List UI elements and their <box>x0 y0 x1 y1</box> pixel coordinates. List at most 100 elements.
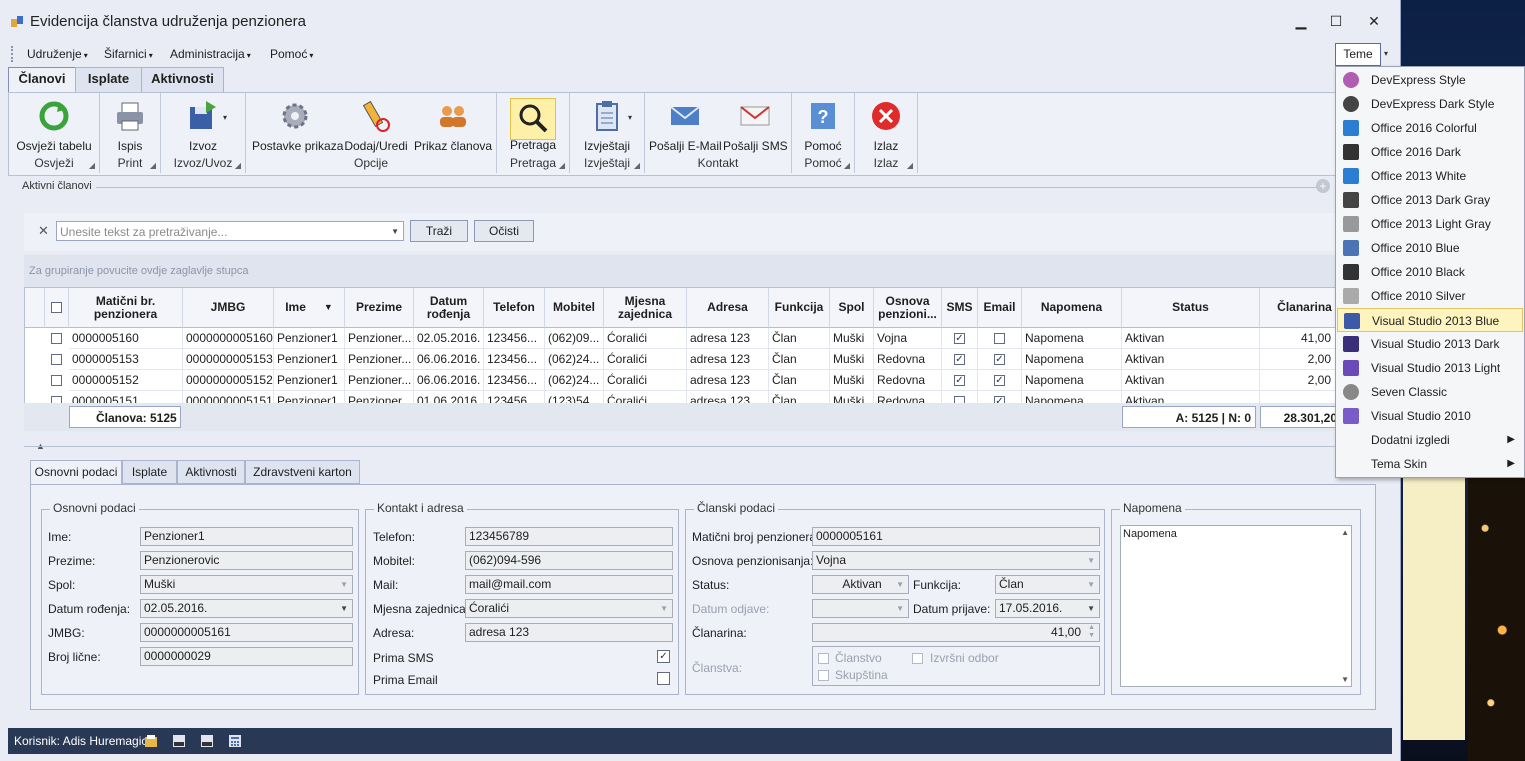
cell-spol[interactable]: Muški <box>830 349 874 370</box>
cell-funk[interactable]: Član <box>769 328 830 349</box>
xlsx-icon[interactable] <box>172 734 186 748</box>
clear-button[interactable]: Očisti <box>474 220 534 242</box>
email-checkbox[interactable] <box>994 333 1005 344</box>
scroll-down-icon[interactable]: ▼ <box>1341 675 1349 684</box>
cell-osnova[interactable]: Redovna <box>874 370 942 391</box>
col-datum[interactable]: Datum rođenja <box>414 288 484 328</box>
theme-menu-item[interactable]: DevExpress Style <box>1337 68 1523 92</box>
cell-ime[interactable]: Penzioner1 <box>274 328 345 349</box>
tab-clanovi[interactable]: Članovi <box>8 67 76 93</box>
cell-tel[interactable]: 123456... <box>484 370 545 391</box>
cell-status[interactable]: Aktivan <box>1122 370 1260 391</box>
cell-funk[interactable]: Član <box>769 349 830 370</box>
row-select-checkbox[interactable] <box>51 333 62 344</box>
sms-checkbox[interactable]: ✓ <box>954 354 965 365</box>
help-button[interactable]: ? Pomoć <box>804 99 842 153</box>
cell-mb[interactable]: 0000005153 <box>69 349 183 370</box>
row-select-checkbox[interactable] <box>51 375 62 386</box>
send-sms-button[interactable]: Pošalji SMS <box>723 99 788 153</box>
prima-sms-checkbox[interactable]: ✓ <box>657 650 670 663</box>
col-telefon[interactable]: Telefon <box>484 288 545 328</box>
skupstina-checkbox[interactable] <box>818 670 829 681</box>
cell-nap[interactable]: Napomena <box>1022 349 1122 370</box>
prima-email-checkbox[interactable] <box>657 672 670 685</box>
datum-rodjenja-field[interactable]: 02.05.2016. ▼ <box>140 599 353 618</box>
cell-adresa[interactable]: adresa 123 <box>687 349 769 370</box>
cell-tel[interactable]: 123456... <box>484 328 545 349</box>
cell-clanarina[interactable]: 2,00 <box>1260 349 1341 370</box>
col-sms[interactable]: SMS <box>942 288 978 328</box>
cell-mb[interactable]: 0000005152 <box>69 370 183 391</box>
send-email-button[interactable]: Pošalji E-Mail <box>649 99 722 153</box>
theme-menu-item[interactable]: Office 2010 Black <box>1337 260 1523 284</box>
find-button[interactable]: Traži <box>410 220 468 242</box>
theme-menu-item[interactable]: Office 2010 Blue <box>1337 236 1523 260</box>
export-button[interactable]: Izvoz <box>179 99 227 153</box>
tab-detail-isplate[interactable]: Isplate <box>122 460 177 484</box>
cell-ime[interactable]: Penzioner1 <box>274 349 345 370</box>
theme-menu-item[interactable]: DevExpress Dark Style <box>1337 92 1523 116</box>
tab-aktivnosti[interactable]: Aktivnosti <box>141 67 224 92</box>
theme-menu-item[interactable]: Seven Classic <box>1337 380 1523 404</box>
theme-menu-item[interactable]: Tema Skin ▶ <box>1337 452 1523 476</box>
tab-detail-aktivnosti[interactable]: Aktivnosti <box>177 460 245 484</box>
napomena-textarea[interactable]: Napomena ▲ ▼ <box>1120 525 1352 687</box>
cell-adresa[interactable]: adresa 123 <box>687 370 769 391</box>
view-settings-button[interactable]: Postavke prikaza <box>252 99 343 153</box>
row-select-checkbox[interactable] <box>51 354 62 365</box>
theme-dropdown-arrow[interactable]: ▾ <box>1380 43 1392 64</box>
select-all-checkbox[interactable] <box>51 302 62 313</box>
minimize-button[interactable]: ▁ <box>1286 10 1316 32</box>
clanstvo-checkbox[interactable] <box>818 653 829 664</box>
cell-status[interactable]: Aktivan <box>1122 349 1260 370</box>
theme-menu-item[interactable]: Visual Studio 2013 Blue <box>1337 308 1523 332</box>
print-button[interactable]: Ispis <box>110 99 150 153</box>
cell-jmbg[interactable]: 0000000005153 <box>183 349 274 370</box>
docx-icon[interactable] <box>200 734 214 748</box>
select-all-header[interactable] <box>45 288 69 328</box>
broj-licne-field[interactable]: 0000000029 <box>140 647 353 666</box>
cell-adresa[interactable]: adresa 123 <box>687 328 769 349</box>
cell-mob[interactable]: (062)09... <box>545 328 604 349</box>
chevron-down-icon[interactable]: ▼ <box>391 222 399 242</box>
table-row[interactable]: 0000005152 0000000005152 Penzioner1 Penzion… <box>25 370 1341 391</box>
sms-checkbox[interactable]: ✓ <box>954 375 965 386</box>
theme-menu-item[interactable]: Office 2010 Silver <box>1337 284 1523 308</box>
cell-mob[interactable]: (062)24... <box>545 370 604 391</box>
cell-spol[interactable]: Muški <box>830 328 874 349</box>
exit-button[interactable]: Izlaz <box>867 99 905 153</box>
email-checkbox[interactable]: ✓ <box>994 375 1005 386</box>
cell-mz[interactable]: Ćoralići <box>604 370 687 391</box>
izvrsni-odbor-checkbox[interactable] <box>912 653 923 664</box>
theme-menu-item[interactable]: Office 2013 White <box>1337 164 1523 188</box>
reports-caret[interactable]: ▾ <box>628 113 632 122</box>
search-toggle-button[interactable] <box>510 98 556 140</box>
col-prezime[interactable]: Prezime <box>345 288 414 328</box>
panel-collapse-icon[interactable]: + <box>1316 179 1330 193</box>
mobitel-field[interactable]: (062)094-596 <box>465 551 673 570</box>
maximize-button[interactable]: ☐ <box>1321 10 1351 32</box>
cell-prezime[interactable]: Penzioner... <box>345 328 414 349</box>
cell-jmbg[interactable]: 0000000005160 <box>183 328 274 349</box>
theme-menu-item[interactable]: Office 2013 Light Gray <box>1337 212 1523 236</box>
col-mobitel[interactable]: Mobitel <box>545 288 604 328</box>
refresh-button[interactable]: Osvježi tabelu <box>13 99 95 153</box>
cell-jmbg[interactable]: 0000000005152 <box>183 370 274 391</box>
funkcija-select[interactable]: Član ▼ <box>995 575 1100 594</box>
reports-button[interactable]: Izvještaji <box>582 99 632 153</box>
export-caret[interactable]: ▾ <box>223 113 227 122</box>
cell-nap[interactable]: Napomena <box>1022 328 1122 349</box>
col-jmbg[interactable]: JMBG <box>183 288 274 328</box>
cell-tel[interactable]: 123456... <box>484 349 545 370</box>
cell-datum[interactable]: 02.05.2016. <box>414 328 484 349</box>
col-napomena[interactable]: Napomena <box>1022 288 1122 328</box>
cell-osnova[interactable]: Vojna <box>874 328 942 349</box>
show-members-button[interactable]: Prikaz članova <box>414 99 492 153</box>
search-input[interactable]: Unesite tekst za pretraživanje... ▼ <box>56 221 404 241</box>
spin-buttons-icon[interactable]: ▲ ▼ <box>1088 624 1095 640</box>
sms-checkbox[interactable]: ✓ <box>954 333 965 344</box>
email-checkbox[interactable]: ✓ <box>994 354 1005 365</box>
cell-nap[interactable]: Napomena <box>1022 370 1122 391</box>
theme-menu-item[interactable]: Visual Studio 2013 Dark <box>1337 332 1523 356</box>
col-clanarina[interactable]: Članarina <box>1260 288 1341 328</box>
